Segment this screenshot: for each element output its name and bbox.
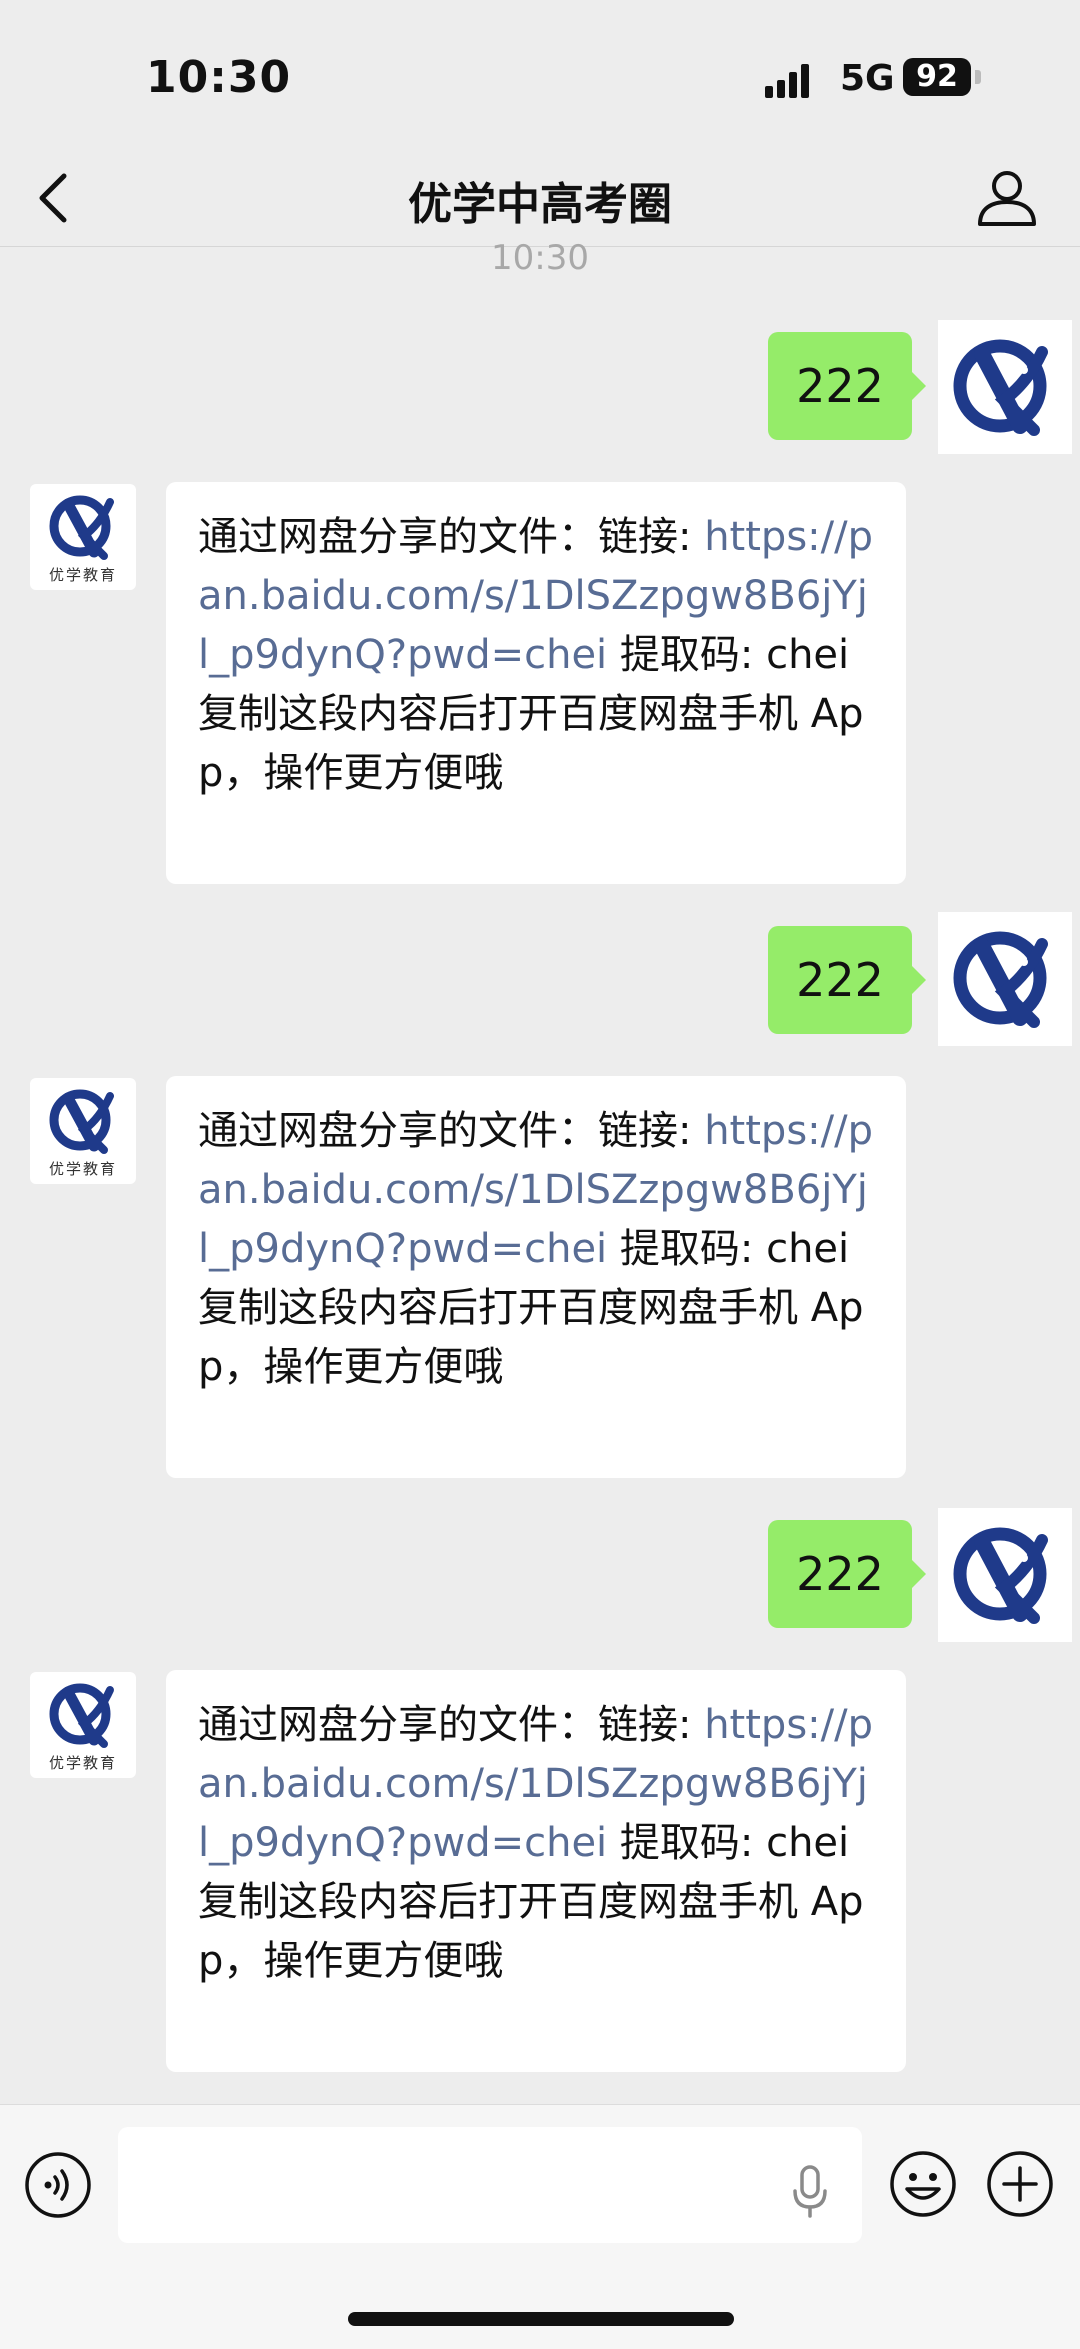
logo-icon — [953, 339, 1048, 436]
my-avatar[interactable] — [938, 320, 1072, 454]
avatar-caption: 优学教育 — [48, 566, 117, 584]
contact-avatar[interactable]: 优学教育 — [30, 1672, 136, 1778]
message-timestamp: 10:30 — [491, 238, 589, 278]
sent-message-bubble[interactable]: 222 — [768, 1520, 926, 1628]
battery-level: 92 — [903, 58, 971, 96]
home-indicator[interactable] — [348, 2312, 734, 2326]
sent-message-bubble[interactable]: 222 — [768, 926, 926, 1034]
status-bar: 10:30 5G 92 — [0, 0, 1080, 150]
status-time: 10:30 — [146, 52, 292, 103]
message-input[interactable] — [118, 2127, 862, 2243]
network-type: 5G — [840, 58, 895, 99]
my-avatar[interactable] — [938, 912, 1072, 1046]
my-avatar[interactable] — [938, 1508, 1072, 1642]
plus-icon[interactable] — [985, 2149, 1055, 2219]
received-message-bubble[interactable]: 通过网盘分享的文件：链接: https://pan.baidu.com/s/1D… — [166, 1076, 906, 1478]
emoji-icon[interactable] — [888, 2149, 958, 2219]
logo-icon — [49, 495, 114, 560]
avatar-caption: 优学教育 — [48, 1754, 117, 1772]
voice-mode-icon[interactable] — [24, 2151, 92, 2219]
message-text: 通过网盘分享的文件：链接: — [198, 1702, 705, 1748]
contact-avatar[interactable]: 优学教育 — [30, 1078, 136, 1184]
chat-title: 优学中高考圈 — [408, 179, 672, 230]
received-message-bubble[interactable]: 通过网盘分享的文件：链接: https://pan.baidu.com/s/1D… — [166, 482, 906, 884]
contact-avatar[interactable]: 优学教育 — [30, 484, 136, 590]
message-text: 通过网盘分享的文件：链接: — [198, 514, 705, 560]
logo-icon — [953, 931, 1048, 1028]
nav-bar: 优学中高考圈 — [0, 150, 1080, 247]
message-text: 通过网盘分享的文件：链接: — [198, 1108, 705, 1154]
received-message-bubble[interactable]: 通过网盘分享的文件：链接: https://pan.baidu.com/s/1D… — [166, 1670, 906, 2072]
avatar-caption: 优学教育 — [48, 1160, 117, 1178]
signal-icon — [765, 64, 809, 98]
microphone-icon[interactable] — [790, 2163, 830, 2219]
person-icon[interactable] — [972, 162, 1042, 232]
battery-tip — [975, 70, 981, 84]
logo-icon — [953, 1527, 1048, 1624]
sent-message-bubble[interactable]: 222 — [768, 332, 926, 440]
logo-icon — [49, 1683, 114, 1748]
logo-icon — [49, 1089, 114, 1154]
